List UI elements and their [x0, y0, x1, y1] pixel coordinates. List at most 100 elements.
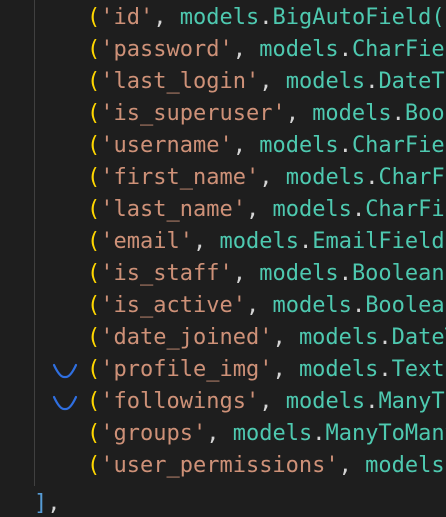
field-name: 'groups': [100, 421, 207, 446]
comma: ,: [232, 261, 260, 286]
code-text: ('first_name', models.CharFi: [87, 162, 446, 194]
module-name: models: [272, 197, 352, 222]
open-paren: (: [87, 261, 101, 286]
code-line[interactable]: ('date_joined', models.DateT: [0, 322, 446, 354]
closing-line: ],: [34, 488, 61, 517]
field-name: 'is_active': [100, 293, 246, 318]
field-type: ManyToMany: [325, 421, 446, 446]
closing-bracket: ]: [34, 491, 48, 516]
code-line[interactable]: ('id', models.BigAutoField(a: [0, 2, 446, 34]
field-type: BooleanF: [351, 261, 446, 286]
open-paren: (: [87, 293, 101, 318]
code-line[interactable]: ('is_active', models.BooleanF: [0, 290, 446, 322]
code-line[interactable]: ('email', models.EmailField(: [0, 226, 446, 258]
open-paren: (: [87, 453, 101, 478]
module-name: models: [272, 293, 352, 318]
field-type: CharFiel: [351, 37, 446, 62]
module-name: models: [285, 165, 366, 190]
chevron-down-icon: [52, 395, 78, 411]
code-text: ('is_superuser', models.Bool: [87, 98, 446, 130]
field-type: CharFi: [378, 165, 446, 190]
code-line[interactable]: ('last_login', models.DateTi: [0, 66, 446, 98]
comma: ,: [259, 165, 286, 190]
comma: ,: [245, 197, 273, 222]
open-paren: (: [87, 133, 101, 158]
dot: .: [391, 101, 405, 126]
module-name: models: [259, 261, 339, 286]
dot: .: [351, 197, 366, 222]
dot: .: [365, 389, 379, 414]
module-name: models: [232, 421, 313, 446]
comma: ,: [285, 101, 313, 126]
comma: ,: [272, 357, 299, 382]
open-paren: (: [87, 229, 101, 254]
code-text: ('user_permissions', models.: [87, 450, 446, 482]
field-name: 'followings': [100, 389, 260, 414]
dot: .: [298, 229, 313, 254]
open-paren: (: [87, 101, 101, 126]
code-text: ('groups', models.ManyToMany: [87, 418, 446, 450]
module-name: models: [298, 325, 379, 350]
open-paren: (: [87, 5, 101, 30]
code-line[interactable]: ('last_name', models.CharFie: [0, 194, 446, 226]
field-name: 'date_joined': [100, 325, 273, 350]
code-text: ('followings', models.ManyTo: [87, 386, 446, 418]
open-paren: (: [87, 37, 101, 62]
comma: ,: [192, 229, 220, 254]
code-line[interactable]: ('is_staff', models.BooleanF: [0, 258, 446, 290]
dot: .: [365, 69, 379, 94]
code-line[interactable]: ('user_permissions', models.: [0, 450, 446, 482]
code-line[interactable]: ('is_superuser', models.Bool: [0, 98, 446, 130]
field-name: 'first_name': [100, 165, 260, 190]
chevron-down-icon: [52, 363, 78, 379]
comma: ,: [338, 453, 366, 478]
code-line[interactable]: ('profile_img', models.TextF: [0, 354, 446, 386]
code-line[interactable]: ('password', models.CharFiel: [0, 34, 446, 66]
code-text: ('is_staff', models.BooleanF: [87, 258, 446, 290]
module-name: models: [365, 453, 445, 478]
module-name: models: [219, 229, 299, 254]
field-name: 'password': [100, 37, 233, 62]
dot: .: [312, 421, 326, 446]
dot: .: [378, 325, 392, 350]
field-name: 'is_superuser': [100, 101, 286, 126]
open-paren: (: [87, 325, 101, 350]
field-type: Bool: [404, 101, 446, 126]
open-paren: (: [87, 421, 101, 446]
comma: ,: [245, 293, 273, 318]
field-type: TextF: [391, 357, 446, 382]
code-line[interactable]: ('first_name', models.CharFi: [0, 162, 446, 194]
comma: ,: [259, 69, 286, 94]
comma: ,: [206, 421, 233, 446]
dot: .: [338, 261, 352, 286]
comma: ,: [153, 5, 180, 30]
code-text: ('last_login', models.DateTi: [87, 66, 446, 98]
code-text: ('id', models.BigAutoField(a: [87, 2, 446, 34]
field-name: 'id': [100, 5, 154, 30]
module-name: models: [285, 69, 366, 94]
module-name: models: [259, 37, 339, 62]
module-name: models: [285, 389, 366, 414]
field-type: ManyTo: [378, 389, 446, 414]
field-name: 'user_permissions': [100, 453, 339, 478]
open-paren: (: [87, 197, 101, 222]
field-name: 'last_name': [100, 197, 246, 222]
code-text: ('profile_img', models.TextF: [87, 354, 446, 386]
code-text: ('last_name', models.CharFie: [87, 194, 446, 226]
code-text: ('password', models.CharFiel: [87, 34, 446, 66]
open-paren: (: [87, 165, 101, 190]
code-line[interactable]: ('groups', models.ManyToMany: [0, 418, 446, 450]
field-type: BooleanF: [365, 293, 446, 318]
field-type: DateT: [391, 325, 446, 350]
module-name: models: [179, 5, 260, 30]
open-paren: (: [87, 389, 101, 414]
code-text: ('username', models.CharFiel: [87, 130, 446, 162]
code-line[interactable]: ('username', models.CharFiel: [0, 130, 446, 162]
code-line[interactable]: ('followings', models.ManyTo: [0, 386, 446, 418]
module-name: models: [298, 357, 379, 382]
module-name: models: [259, 133, 339, 158]
field-type: DateTi: [378, 69, 446, 94]
code-text: ('is_active', models.BooleanF: [87, 290, 446, 322]
code-editor[interactable]: ('id', models.BigAutoField(a ('password',…: [0, 0, 446, 517]
closing-comma: ,: [47, 491, 61, 516]
